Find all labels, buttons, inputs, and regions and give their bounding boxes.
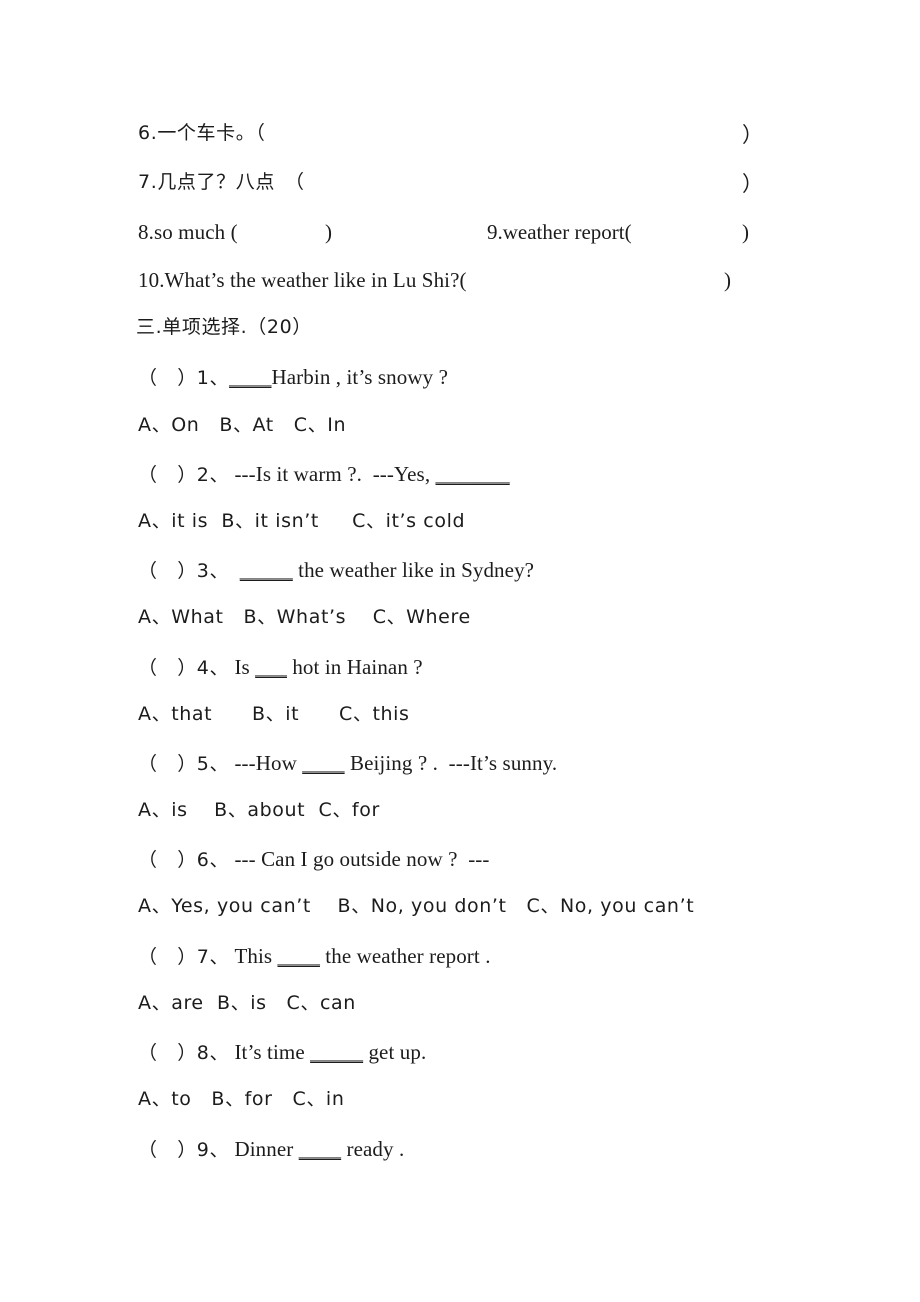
translation-item-6: 6.一个车卡。（ [138,122,266,144]
question-5: （ ）5、 ---How ____ Beijing ? . ---It’s su… [138,753,557,775]
question-7-marker: （ ）7、 [138,946,230,968]
question-4-suffix: hot in Hainan ? [286,655,423,679]
question-7-suffix: the weather report . [319,944,491,968]
question-1-options: A、On B、At C、In [138,414,347,436]
translation-item-9: 9.weather report( [487,220,632,244]
question-6-options: A、Yes, you can’t B、No, you don’t C、No, y… [138,895,695,917]
question-5-marker: （ ）5、 [138,753,230,775]
question-3-marker: （ ）3、 [138,560,230,582]
question-2: （ ）2、 ---Is it warm ?. ---Yes, _______ [138,464,510,486]
question-6-marker: （ ）6、 [138,849,230,871]
question-4-prefix: Is [229,655,256,679]
question-8-prefix: It’s time [229,1040,311,1064]
question-6-prefix: --- Can I go outside now ? --- [229,847,490,871]
question-8-options: A、to B、for C、in [138,1088,345,1110]
question-9-blank: ____ [298,1137,342,1161]
question-5-options: A、is B、about C、for [138,799,380,821]
question-3-suffix: the weather like in Sydney? [292,558,535,582]
question-3: （ ）3、 _____ the weather like in Sydney? [138,560,534,582]
question-5-suffix: Beijing ? . ---It’s sunny. [344,751,558,775]
translation-item-7-close-paren: ） [742,172,763,196]
translation-item-8-close-paren: ) [325,220,332,244]
translation-item-10: 10.What’s the weather like in Lu Shi?( [138,268,467,292]
translation-item-7: 7.几点了？八点 （ [138,171,305,193]
question-9-prefix: Dinner [229,1137,299,1161]
question-1-marker: （ ）1、 [138,367,230,389]
question-7: （ ）7、 This ____ the weather report . [138,946,491,968]
translation-item-10-close-paren: ) [724,268,731,292]
question-9-marker: （ ）9、 [138,1139,230,1161]
question-2-marker: （ ）2、 [138,464,230,486]
question-6: （ ）6、 --- Can I go outside now ? --- [138,849,489,871]
question-2-blank: _______ [435,462,510,486]
question-4-options: A、that B、it C、this [138,703,410,725]
question-5-blank: ____ [302,751,345,775]
question-3-prefix [229,558,240,582]
question-7-options: A、are B、is C、can [138,992,356,1014]
translation-item-9-close-paren: ) [742,220,749,244]
question-2-prefix: ---Is it warm ?. ---Yes, [229,462,436,486]
question-7-prefix: This [229,944,278,968]
question-9-suffix: ready . [341,1137,405,1161]
question-4-blank: ___ [255,655,287,679]
question-1-suffix: Harbin , it’s snowy ? [271,365,448,389]
section-heading: 三.单项选择.（20） [136,316,312,338]
question-4-marker: （ ）4、 [138,657,230,679]
question-1-blank: ____ [229,365,272,389]
translation-item-6-close-paren: ） [742,123,763,147]
question-3-options: A、What B、What’s C、Where [138,606,471,628]
question-7-blank: ____ [277,944,320,968]
question-8: （ ）8、 It’s time _____ get up. [138,1042,426,1064]
question-9: （ ）9、 Dinner ____ ready . [138,1139,404,1161]
question-8-blank: _____ [310,1040,364,1064]
question-8-suffix: get up. [363,1040,427,1064]
translation-item-8: 8.so much ( [138,220,238,244]
question-4: （ ）4、 Is ___ hot in Hainan ? [138,657,423,679]
question-5-prefix: ---How [229,751,303,775]
question-3-blank: _____ [239,558,293,582]
question-1: （ ）1、____Harbin , it’s snowy ? [138,367,448,389]
question-2-options: A、it is B、it isn’t C、it’s cold [138,510,466,532]
question-8-marker: （ ）8、 [138,1042,230,1064]
exam-page: 6.一个车卡。（ ） 7.几点了？八点 （ ） 8.so much ( ) 9.… [0,0,920,1302]
